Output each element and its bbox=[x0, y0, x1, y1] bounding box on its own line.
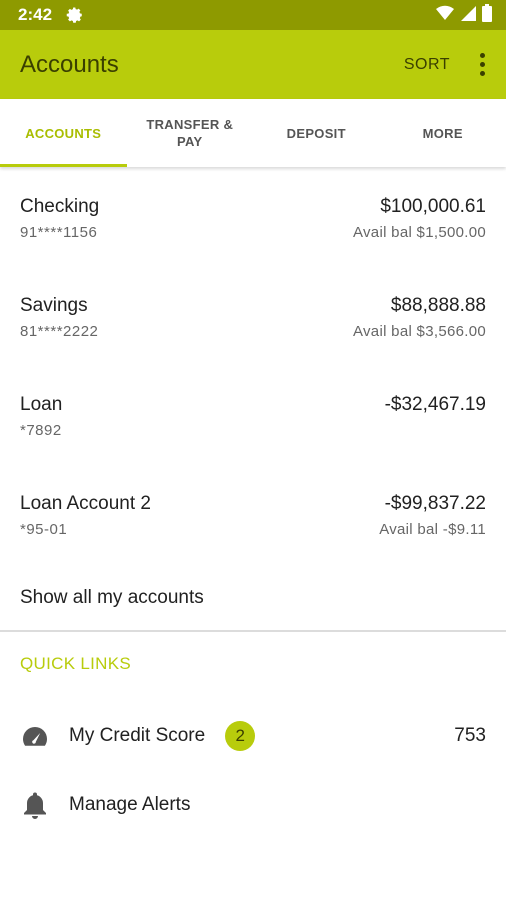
app-bar: Accounts SORT bbox=[0, 30, 506, 99]
tab-transfer-pay-label: TRANSFER & PAY bbox=[146, 117, 234, 149]
speedometer-icon bbox=[20, 721, 50, 751]
tab-deposit[interactable]: DEPOSIT bbox=[253, 99, 380, 167]
account-name: Loan bbox=[20, 394, 63, 415]
account-row-loan[interactable]: Loan *7892 -$32,467.19 bbox=[0, 368, 506, 467]
accounts-list: Checking 91****1156 $100,000.61 Avail ba… bbox=[0, 170, 506, 566]
account-number: *7892 bbox=[20, 422, 62, 439]
account-row-savings[interactable]: Savings 81****2222 $88,888.88 Avail bal … bbox=[0, 269, 506, 368]
account-name: Loan Account 2 bbox=[20, 493, 151, 514]
account-available-balance: Avail bal -$9.11 bbox=[379, 521, 486, 538]
quick-links-heading: QUICK LINKS bbox=[20, 654, 131, 673]
account-row-loan-account-2[interactable]: Loan Account 2 *95-01 -$99,837.22 Avail … bbox=[0, 467, 506, 566]
wifi-icon bbox=[436, 5, 454, 26]
manage-alerts-label: Manage Alerts bbox=[69, 794, 191, 815]
tab-transfer-pay[interactable]: TRANSFER & PAY bbox=[127, 99, 254, 167]
signal-icon bbox=[460, 5, 476, 26]
tab-bar: ACCOUNTS TRANSFER & PAY DEPOSIT MORE bbox=[0, 99, 506, 167]
tab-more[interactable]: MORE bbox=[380, 99, 506, 167]
account-available-balance: Avail bal $3,566.00 bbox=[352, 323, 486, 340]
credit-score-value: 753 bbox=[454, 725, 486, 746]
battery-icon bbox=[482, 3, 492, 27]
status-bar: 2:42 bbox=[0, 0, 506, 30]
credit-score-label: My Credit Score bbox=[69, 725, 206, 746]
sort-button[interactable]: SORT bbox=[404, 56, 450, 74]
settings-gear-icon bbox=[66, 6, 84, 24]
status-time: 2:42 bbox=[18, 5, 53, 24]
show-all-accounts-link[interactable]: Show all my accounts bbox=[20, 587, 204, 609]
account-balance: -$99,837.22 bbox=[384, 493, 486, 514]
account-balance: $100,000.61 bbox=[380, 196, 486, 217]
credit-score-badge: 2 bbox=[225, 721, 256, 751]
account-name: Savings bbox=[20, 295, 88, 316]
account-balance: $88,888.88 bbox=[390, 295, 486, 316]
account-balance: -$32,467.19 bbox=[384, 394, 486, 415]
divider bbox=[0, 630, 506, 632]
status-indicators bbox=[436, 3, 492, 27]
account-available-balance: Avail bal $1,500.00 bbox=[352, 224, 486, 241]
account-number: *95-01 bbox=[20, 521, 68, 538]
account-number: 91****1156 bbox=[20, 224, 98, 241]
tab-accounts[interactable]: ACCOUNTS bbox=[0, 99, 127, 167]
account-row-checking[interactable]: Checking 91****1156 $100,000.61 Avail ba… bbox=[0, 170, 506, 269]
overflow-menu-icon[interactable] bbox=[472, 50, 492, 80]
credit-score-link[interactable]: My Credit Score 2 753 bbox=[0, 711, 506, 761]
account-name: Checking bbox=[20, 196, 100, 217]
page-title: Accounts bbox=[20, 50, 119, 78]
bell-icon bbox=[20, 790, 50, 820]
account-number: 81****2222 bbox=[20, 323, 99, 340]
manage-alerts-link[interactable]: Manage Alerts bbox=[0, 780, 506, 830]
